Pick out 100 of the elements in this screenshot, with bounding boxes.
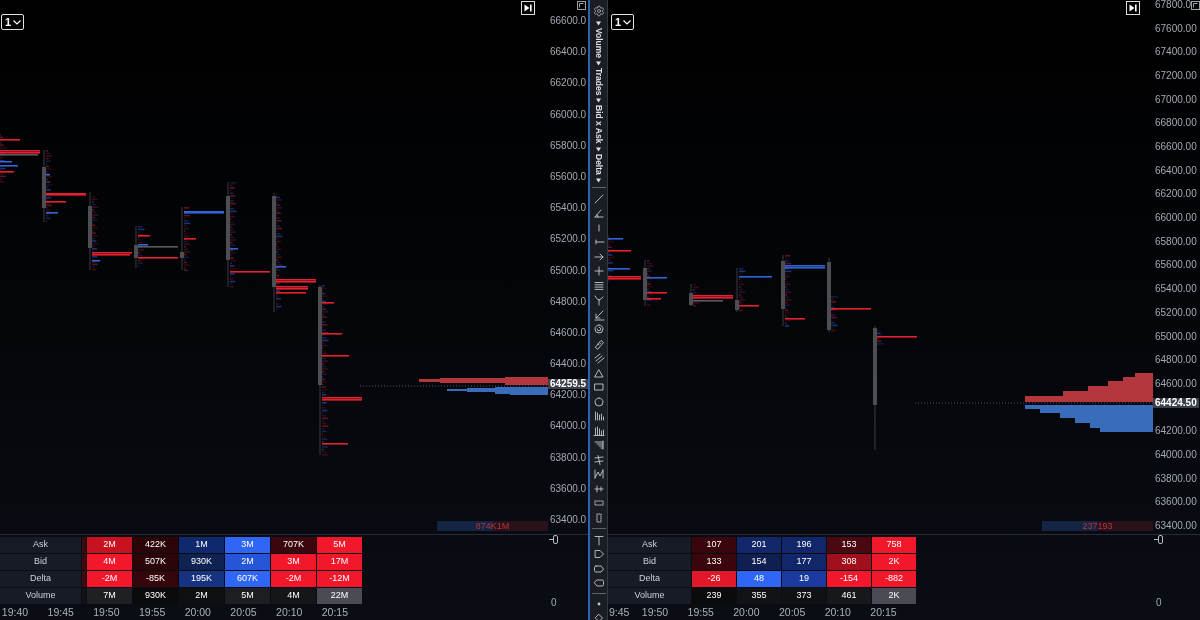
interval-dropdown[interactable]: 1	[1, 14, 24, 30]
candle	[689, 283, 693, 307]
candle	[735, 267, 739, 313]
row-label: Volume	[608, 588, 691, 604]
scale-handle-icon[interactable]	[549, 535, 559, 544]
time-label: 19:50	[641, 606, 669, 618]
table-cell: 707K	[271, 537, 316, 553]
fork-icon[interactable]	[592, 294, 605, 307]
histogram-icon[interactable]	[592, 424, 605, 437]
chevron-down-icon	[623, 19, 632, 25]
time-label: 20:05	[778, 606, 806, 618]
parallel-lines-icon[interactable]	[592, 352, 605, 365]
zigzag-icon[interactable]	[592, 468, 605, 481]
price-label: 65200.00	[1155, 307, 1197, 318]
time-label: 20:00	[733, 606, 760, 618]
price-label: 63800.0	[550, 452, 587, 463]
table-cell: -154	[827, 571, 871, 587]
table-cell: 177	[782, 554, 826, 570]
arrow-down-left-icon[interactable]	[592, 308, 605, 321]
volume-summary: 237193	[1042, 521, 1153, 531]
caret-icon[interactable]	[596, 177, 601, 183]
caret-icon	[596, 146, 601, 152]
footprint-profile	[831, 296, 871, 332]
label-icon[interactable]	[592, 562, 605, 575]
scale-handle-icon[interactable]	[1154, 535, 1164, 544]
diamond-icon[interactable]	[592, 612, 605, 620]
last-price-label: 64259.5	[548, 379, 589, 389]
price-label: 66400.00	[1155, 165, 1197, 176]
price-label: 66200.0	[550, 78, 587, 89]
caret-icon	[596, 21, 601, 26]
table-cell: -882	[872, 571, 916, 587]
price-label: 65000.00	[1155, 331, 1197, 342]
time-label: 19:50	[93, 606, 120, 618]
price-label: 65800.0	[550, 140, 587, 151]
ruler-icon[interactable]	[592, 337, 605, 350]
footprint-profile	[647, 260, 667, 306]
time-label: 20:15	[321, 606, 349, 618]
histogram-icon[interactable]	[592, 410, 605, 423]
row-label: Delta	[0, 571, 81, 587]
table-cell: 2M	[179, 588, 224, 604]
footprint-profile	[785, 255, 825, 327]
time-label: 20:00	[184, 606, 211, 618]
table-cell: 2K	[872, 588, 916, 604]
last-price-label: 64424.50	[1153, 398, 1199, 408]
skip-to-end-icon[interactable]	[1126, 1, 1140, 15]
table-cell: 17M	[317, 554, 362, 570]
skip-to-end-icon[interactable]	[521, 1, 535, 15]
rectangle-icon[interactable]	[592, 381, 605, 394]
footprint-profile	[693, 284, 733, 307]
price-label: 65800.00	[1155, 236, 1197, 247]
settings-icon[interactable]	[592, 5, 605, 17]
menu-button[interactable]: Volume	[594, 21, 603, 59]
price-label: 65400.0	[550, 203, 587, 214]
row-label: Bid	[0, 554, 81, 570]
table-cell: 22M	[317, 588, 362, 604]
table-cell: 3M	[271, 554, 316, 570]
table-cell: -26	[692, 571, 736, 587]
table-cell: -12M	[317, 571, 362, 587]
row-label: Volume	[0, 588, 81, 604]
price-label: 65200.0	[550, 234, 587, 245]
square-icon[interactable]	[1191, 1, 1200, 10]
menu-button[interactable]: Delta	[594, 146, 603, 175]
crossed-lines-icon[interactable]	[592, 453, 605, 466]
table-cell: 154	[737, 554, 781, 570]
table-cell: 4M	[87, 554, 132, 570]
crosshair-icon[interactable]	[592, 265, 605, 278]
price-label: 63600.0	[550, 483, 587, 494]
table-cell: -85K	[133, 571, 178, 587]
angle-icon[interactable]	[592, 207, 605, 220]
table-cell: 758	[872, 537, 916, 553]
trend-line-icon[interactable]	[592, 192, 605, 205]
text-tool-icon[interactable]	[592, 533, 605, 546]
table-cell: 107	[692, 537, 736, 553]
callout-icon[interactable]	[592, 577, 605, 590]
time-label: 19:45	[47, 606, 74, 618]
table-cell: 2K	[872, 554, 916, 570]
spiral-icon[interactable]	[592, 323, 605, 336]
footprint-profile	[138, 226, 178, 267]
price-label: 64600.00	[1155, 378, 1197, 389]
price-label: 65600.00	[1155, 260, 1197, 271]
tag-icon[interactable]	[592, 548, 605, 561]
square-icon[interactable]	[577, 1, 586, 10]
horizontal-lines-icon[interactable]	[592, 279, 605, 292]
time-label: 20:10	[276, 606, 303, 618]
price-label: 63400.00	[1155, 520, 1197, 531]
table-cell: 607K	[225, 571, 270, 587]
table-cell: 373	[782, 588, 826, 604]
time-label: 19:55	[138, 606, 166, 618]
price-label: 66400.0	[550, 47, 587, 58]
interval-dropdown[interactable]: 1	[611, 14, 634, 30]
menu-button[interactable]: Bid x Ask	[594, 98, 603, 144]
menu-button[interactable]: Trades	[594, 61, 603, 96]
table-cell: 308	[827, 554, 871, 570]
row-label: Ask	[608, 537, 691, 553]
caret-icon	[596, 61, 601, 67]
row-label: Bid	[608, 554, 691, 570]
stacked-bars-icon[interactable]	[592, 439, 605, 452]
price-label: 64800.00	[1155, 355, 1197, 366]
table-cell: -2M	[87, 571, 132, 587]
footprint-profile	[739, 268, 772, 312]
